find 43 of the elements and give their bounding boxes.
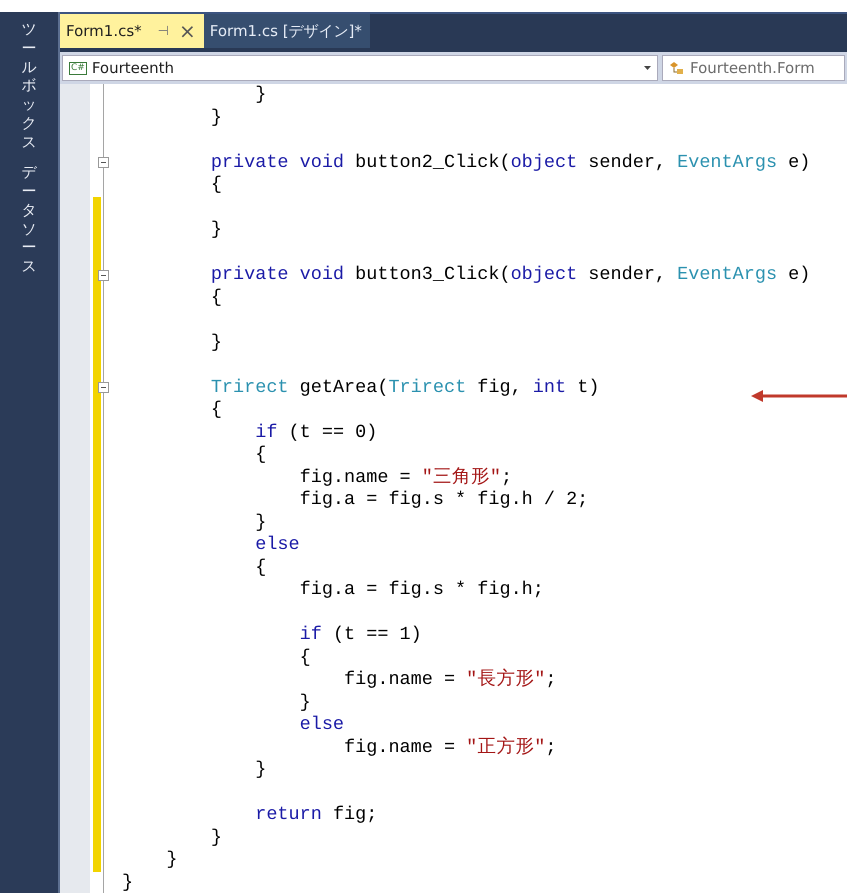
code-line: } [254, 759, 266, 782]
caret-icon [644, 66, 651, 70]
code-line: } [210, 826, 222, 849]
code-line: fig.name = "長方形"; [343, 669, 556, 692]
collapse-icon[interactable] [98, 157, 109, 168]
code-line: return fig; [254, 804, 378, 826]
code-line: { [298, 646, 311, 669]
code-line: private void button2_Click(object sender, EventArgs e) [210, 152, 810, 174]
code-line: private void button3_Click(object sender, EventArgs e) [210, 264, 810, 286]
class-icon [669, 61, 685, 75]
sidebar-tab[interactable]: ツールボックス [22, 20, 36, 152]
code-line: fig.name = "三角形"; [298, 466, 512, 489]
code-line: } [254, 84, 266, 106]
code-line: { [210, 174, 222, 196]
code-line: { [254, 556, 266, 579]
code-line: else [254, 534, 300, 556]
collapse-icon[interactable] [98, 270, 109, 281]
collapse-icon[interactable] [98, 382, 109, 394]
document-tab[interactable]: Form1.cs* ⊣ × [60, 14, 204, 48]
code-line: } [165, 849, 178, 872]
code-line: } [122, 872, 134, 893]
code-line: fig.name = "正方形"; [343, 736, 556, 759]
code-line: if (t == 1) [298, 624, 422, 646]
pin-icon[interactable]: ⊣ [158, 24, 169, 38]
document-tab[interactable]: Form1.cs [デザイン]* [204, 14, 370, 48]
code-line: { [210, 286, 222, 309]
code-line: fig.a = fig.s * fig.h / 2; [298, 489, 588, 512]
code-line: } [254, 512, 266, 534]
project-dropdown[interactable]: C# Fourteenth [62, 55, 658, 81]
code-line: Trirect getArea(Trirect fig, int t) [210, 376, 600, 399]
close-icon[interactable]: × [179, 21, 196, 41]
type-dropdown[interactable]: Fourteenth.Form [662, 55, 845, 81]
code-line: } [210, 106, 222, 129]
code-line: { [210, 399, 222, 422]
code-line: else [298, 714, 344, 736]
code-line: } [210, 332, 222, 354]
code-line: } [298, 692, 311, 714]
code-line: } [210, 219, 222, 242]
code-line: fig.a = fig.s * fig.h; [298, 579, 544, 602]
sidebar-tab[interactable]: データソース [22, 163, 36, 276]
code-line: if (t == 0) [254, 422, 378, 444]
csharp-file-icon: C# [69, 62, 87, 74]
code-line: { [254, 444, 266, 466]
